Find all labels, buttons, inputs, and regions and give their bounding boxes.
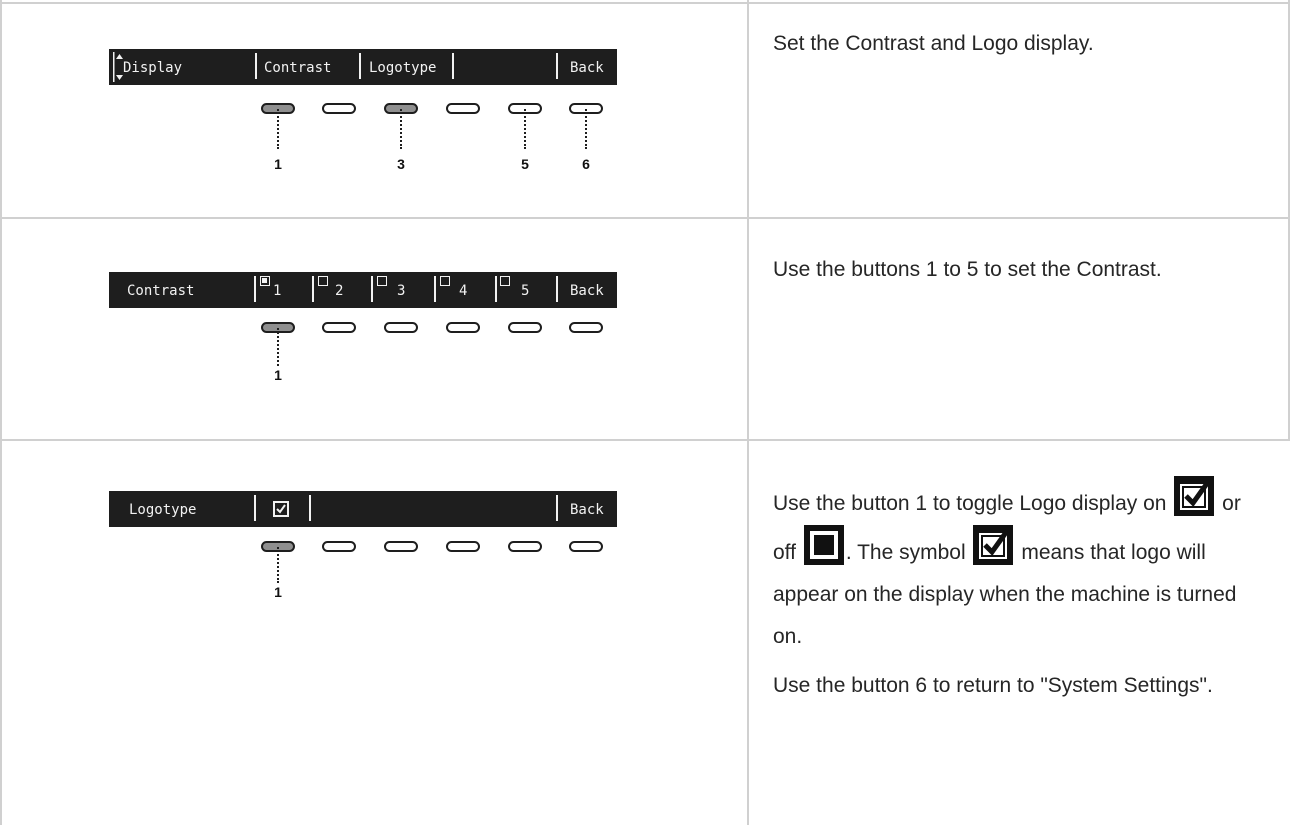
lcd-separator <box>371 276 373 302</box>
description-text: Set the Contrast and Logo display. <box>773 32 1094 55</box>
table-border-left <box>0 0 2 825</box>
checked-box-icon <box>973 525 1014 565</box>
lcd-separator <box>556 53 558 79</box>
lcd-item-logotype: Logotype <box>369 60 437 76</box>
level-indicator-icon <box>377 276 387 286</box>
level-indicator-icon <box>318 276 328 286</box>
callout-number: 1 <box>274 367 282 383</box>
lcd-contrast-menu: Contrast 1 2 3 4 5 Back <box>109 272 617 308</box>
lcd-level-4: 4 <box>459 283 468 299</box>
description-text: . The symbol <box>845 541 966 564</box>
table-border-right <box>1288 218 1290 440</box>
callout-line <box>277 328 279 366</box>
callout-number: 3 <box>397 156 405 172</box>
callout-number: 5 <box>521 156 529 172</box>
description-text: Use the button 6 to return to "System Se… <box>773 674 1213 697</box>
lcd-separator <box>255 53 257 79</box>
table-row-divider <box>0 439 1290 441</box>
row-description: Set the Contrast and Logo display. <box>773 26 1263 70</box>
table-border-top <box>0 2 1290 4</box>
soft-button-6 <box>569 322 603 333</box>
soft-button-3 <box>384 541 418 552</box>
soft-button-3 <box>384 322 418 333</box>
callout-line <box>277 547 279 583</box>
up-down-arrows-icon <box>113 52 123 82</box>
soft-button-4 <box>446 103 480 114</box>
lcd-separator <box>254 495 256 521</box>
empty-box-icon <box>803 525 844 565</box>
lcd-title: Logotype <box>129 502 197 518</box>
description-text: Use the buttons 1 to 5 to set the Contra… <box>773 258 1162 281</box>
lcd-separator <box>495 276 497 302</box>
lcd-title: Display <box>123 60 183 76</box>
lcd-separator <box>556 276 558 302</box>
lcd-separator <box>434 276 436 302</box>
callout-number: 6 <box>582 156 590 172</box>
lcd-level-5: 5 <box>521 283 530 299</box>
table-border-right <box>1288 0 1290 218</box>
lcd-display-menu: Display Contrast Logotype Back <box>109 49 617 85</box>
level-indicator-icon <box>260 276 270 286</box>
soft-button-2 <box>322 541 356 552</box>
row-description: Use the buttons 1 to 5 to set the Contra… <box>773 252 1263 296</box>
lcd-level-1: 1 <box>273 283 282 299</box>
lcd-logotype-menu: Logotype Back <box>109 491 617 527</box>
table-column-divider <box>747 0 749 825</box>
lcd-item-contrast: Contrast <box>264 60 332 76</box>
lcd-separator <box>309 495 311 521</box>
soft-button-5 <box>508 322 542 333</box>
soft-button-4 <box>446 322 480 333</box>
lcd-level-3: 3 <box>397 283 406 299</box>
description-text: Use the button 1 to toggle Logo display … <box>773 492 1167 515</box>
level-indicator-icon <box>440 276 450 286</box>
callout-line <box>277 109 279 149</box>
soft-button-2 <box>322 103 356 114</box>
lcd-back: Back <box>570 283 604 299</box>
lcd-title: Contrast <box>127 283 195 299</box>
soft-button-2 <box>322 322 356 333</box>
lcd-separator <box>312 276 314 302</box>
checked-box-icon <box>1174 476 1215 516</box>
row-description: Use the button 1 to toggle Logo display … <box>773 476 1263 706</box>
lcd-back: Back <box>570 502 604 518</box>
soft-button-4 <box>446 541 480 552</box>
soft-button-5 <box>508 541 542 552</box>
soft-button-6 <box>569 541 603 552</box>
lcd-separator <box>254 276 256 302</box>
table-row-divider <box>0 217 1290 219</box>
lcd-level-2: 2 <box>335 283 344 299</box>
description-paragraph: Use the button 1 to toggle Logo display … <box>773 476 1263 658</box>
callout-line <box>585 109 587 149</box>
lcd-separator <box>556 495 558 521</box>
checked-box-icon <box>273 501 289 517</box>
callout-number: 1 <box>274 584 282 600</box>
lcd-separator <box>359 53 361 79</box>
callout-line <box>400 109 402 149</box>
lcd-back: Back <box>570 60 604 76</box>
lcd-separator <box>452 53 454 79</box>
callout-line <box>524 109 526 149</box>
level-indicator-icon <box>500 276 510 286</box>
callout-number: 1 <box>274 156 282 172</box>
